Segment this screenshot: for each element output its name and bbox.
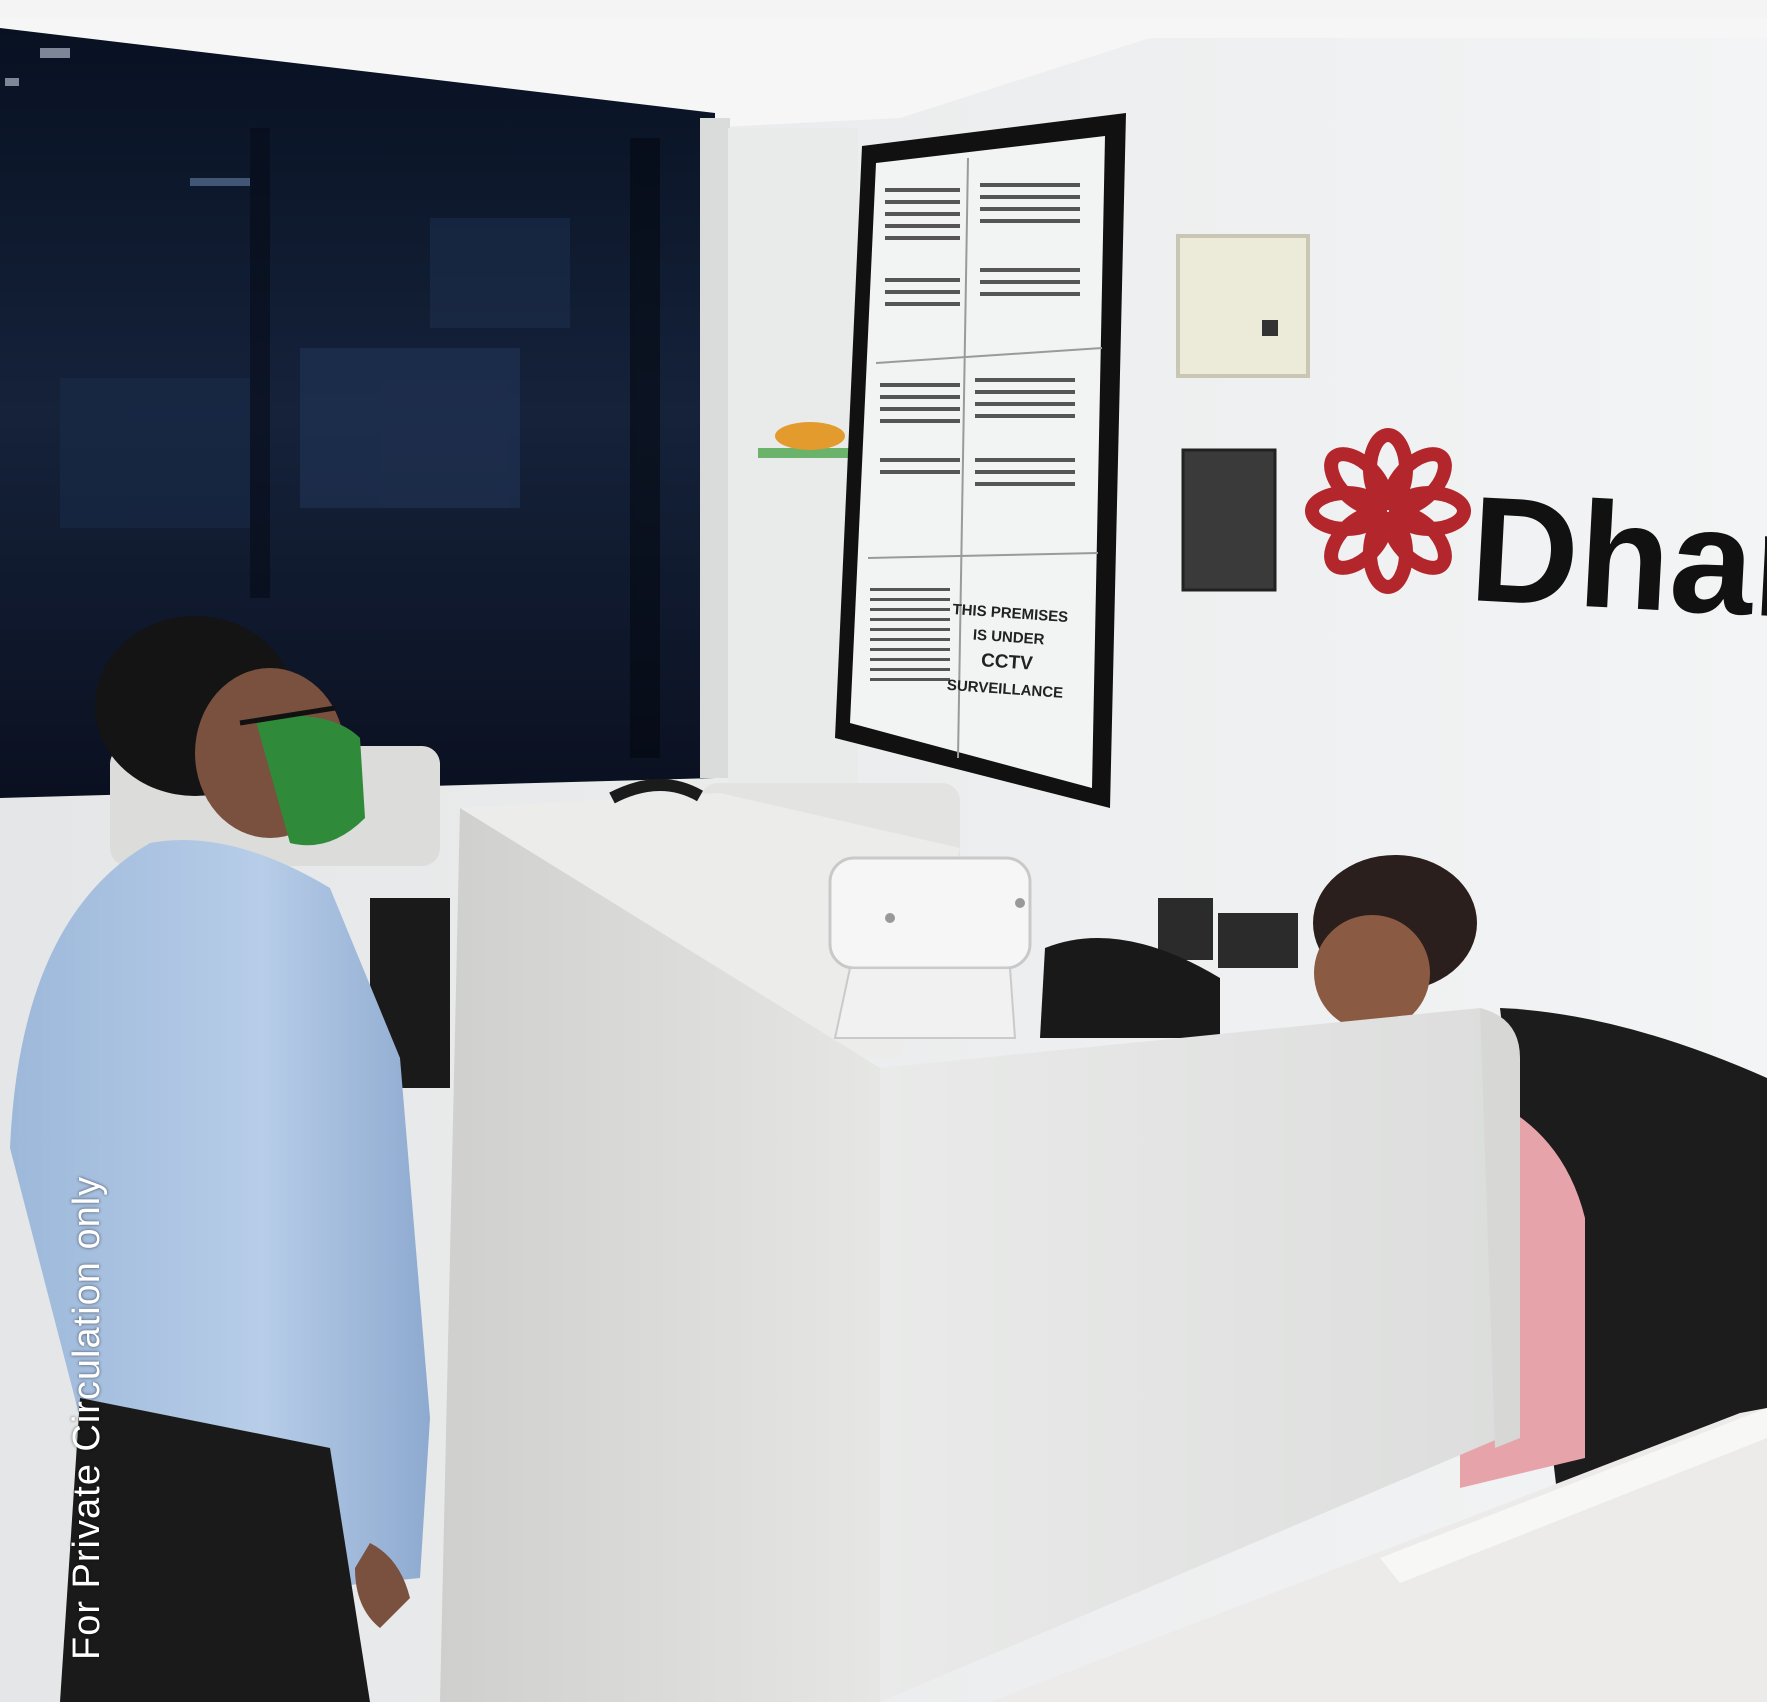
counter-device xyxy=(828,856,1032,1039)
photo-frame: THIS PREMISES IS UNDER CCTV SURVEILLANCE xyxy=(0,18,1767,1702)
panel-keyhole xyxy=(1262,320,1278,336)
electrical-panel xyxy=(1176,234,1310,378)
switch-plate xyxy=(1158,898,1213,960)
wall-plaque xyxy=(1181,448,1277,592)
office-photo: THIS PREMISES IS UNDER CCTV SURVEILLANCE xyxy=(0,18,1767,1702)
private-circulation-caption: For Private Circulation only xyxy=(66,1175,108,1660)
cctv-notice-line: CCTV xyxy=(980,650,1033,675)
switch-plate xyxy=(1218,913,1298,968)
window-frame xyxy=(700,118,730,778)
shelf-flowers xyxy=(775,422,845,450)
brand-wordmark: Dhan xyxy=(1466,464,1767,651)
notice-board: THIS PREMISES IS UNDER CCTV SURVEILLANCE xyxy=(835,113,1126,808)
